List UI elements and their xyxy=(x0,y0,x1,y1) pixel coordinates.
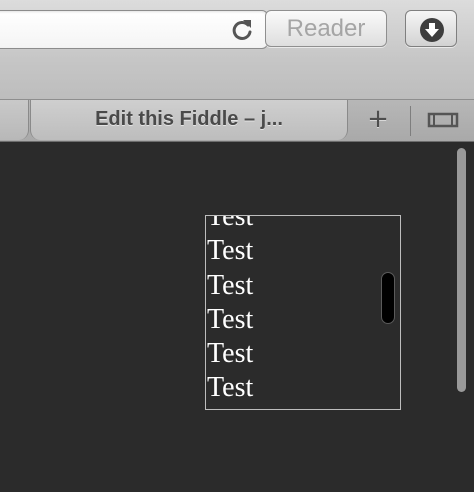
list-item: Test xyxy=(207,215,254,232)
list-item: Test xyxy=(207,269,254,301)
browser-toolbar: Reader xyxy=(0,0,474,100)
downloads-button[interactable] xyxy=(405,10,457,47)
scrollable-box[interactable]: Test Test Test Test Test Test xyxy=(205,215,401,410)
test-list: Test Test Test Test Test Test xyxy=(207,215,254,406)
reader-button[interactable]: Reader xyxy=(265,10,387,47)
address-bar[interactable] xyxy=(0,10,268,49)
list-item: Test xyxy=(207,338,254,370)
page-scrollbar[interactable] xyxy=(457,148,466,392)
box-scrollbar-thumb[interactable] xyxy=(381,272,395,324)
new-tab-button[interactable]: + xyxy=(352,102,404,138)
tab-edit-fiddle[interactable]: Edit this Fiddle – j... xyxy=(30,100,348,140)
tab-bar: Edit this Fiddle – j... + xyxy=(0,100,474,142)
reload-icon[interactable] xyxy=(229,17,255,43)
tab-overview-icon[interactable] xyxy=(416,104,468,137)
tab-previous[interactable] xyxy=(0,100,29,140)
list-item: Test xyxy=(207,235,254,267)
tab-divider xyxy=(410,106,411,136)
list-item: Test xyxy=(207,303,254,335)
browser-window: Reader Edit this Fiddle – j... + Test Te… xyxy=(0,0,474,492)
list-item: Test xyxy=(207,372,254,404)
download-icon xyxy=(420,18,444,42)
